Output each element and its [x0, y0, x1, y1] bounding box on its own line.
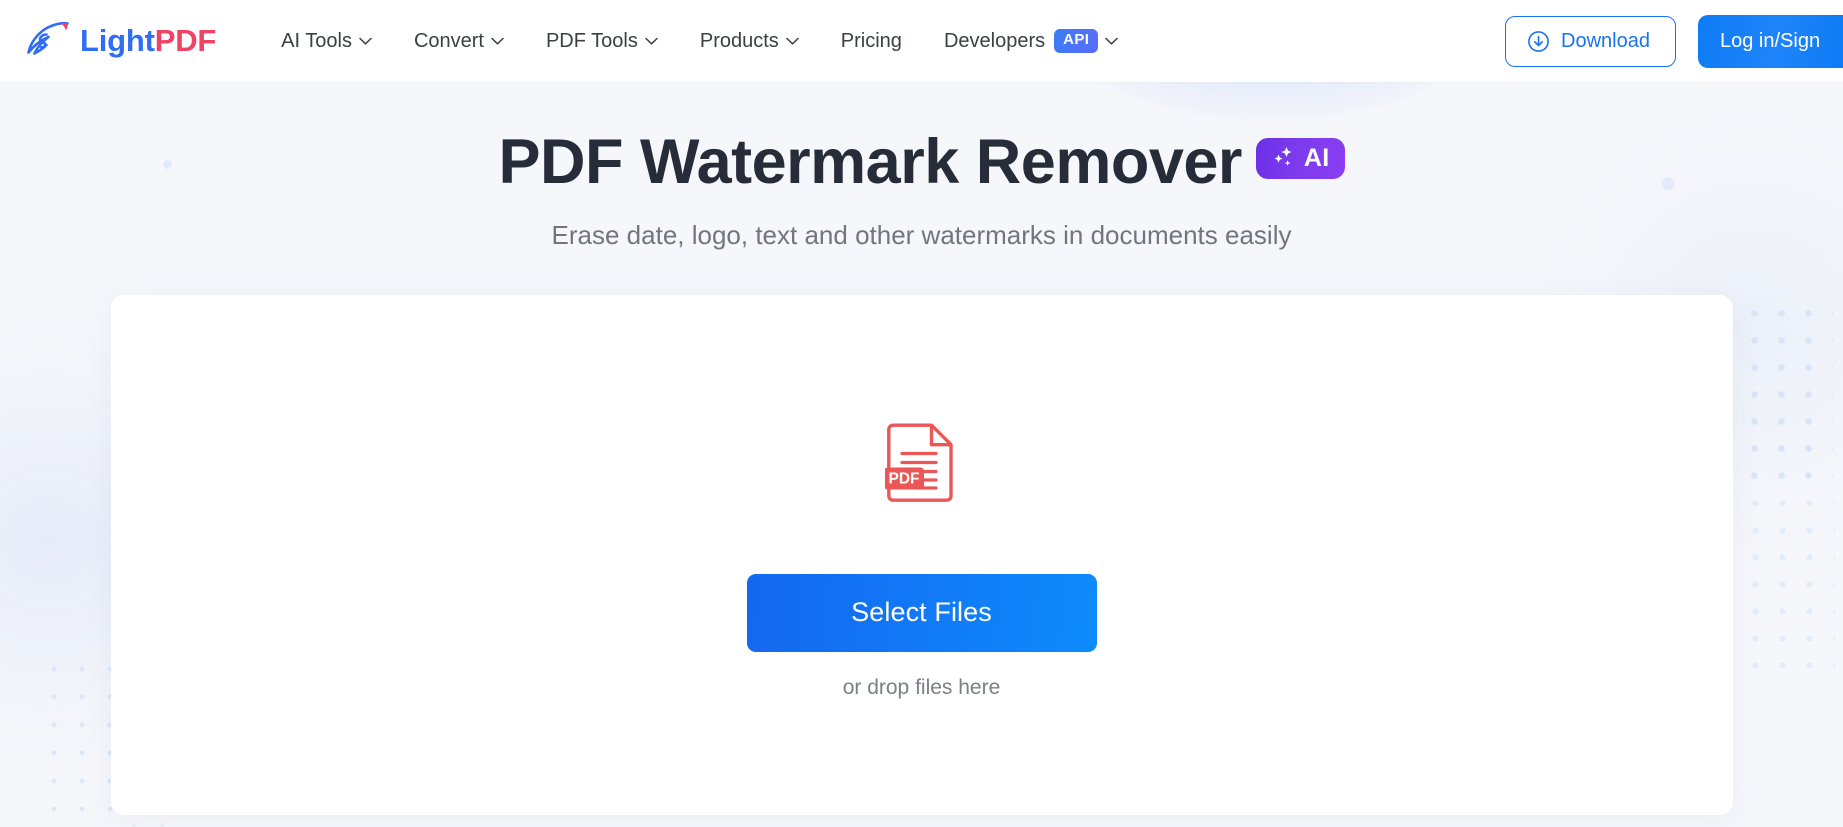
main-navigation: AI Tools Convert PDF Tools Products Pric… — [260, 21, 1505, 61]
api-badge: API — [1054, 29, 1099, 53]
chevron-down-icon — [491, 37, 504, 45]
nav-label: Developers — [943, 29, 1046, 52]
nav-item-pdf-tools[interactable]: PDF Tools — [525, 22, 679, 61]
download-button-label: Download — [1561, 29, 1650, 52]
dot-grid-right-secondary — [1715, 490, 1835, 690]
page-subtitle: Erase date, logo, text and other waterma… — [551, 219, 1292, 250]
chevron-down-icon — [359, 37, 372, 45]
lightpdf-rocket-logo-icon — [26, 21, 70, 61]
chevron-down-icon — [1105, 37, 1119, 45]
title-row: PDF Watermark Remover AI — [0, 124, 1843, 201]
page-title: PDF Watermark Remover — [498, 127, 1242, 197]
ai-badge: AI — [1255, 138, 1345, 179]
nav-label: AI Tools — [281, 29, 352, 52]
upload-dropzone-card[interactable]: PDF Select Files or drop files here — [110, 294, 1733, 815]
select-files-button[interactable]: Select Files — [746, 573, 1097, 652]
nav-item-products[interactable]: Products — [679, 22, 820, 61]
chevron-down-icon — [645, 37, 658, 45]
nav-item-developers[interactable]: Developers API — [923, 21, 1139, 61]
drop-files-hint: or drop files here — [842, 675, 1001, 699]
nav-item-ai-tools[interactable]: AI Tools — [260, 22, 393, 61]
nav-label: Pricing — [840, 29, 902, 52]
logo-wordmark: LightPDF — [80, 23, 216, 59]
site-header: LightPDF AI Tools Convert PDF Tools Prod… — [0, 0, 1843, 82]
pdf-file-icon: PDF — [884, 420, 959, 505]
nav-label: Convert — [413, 29, 484, 52]
svg-text:PDF: PDF — [888, 470, 919, 487]
nav-item-convert[interactable]: Convert — [393, 22, 525, 61]
download-button[interactable]: Download — [1505, 15, 1676, 67]
site-logo[interactable]: LightPDF — [26, 21, 216, 61]
chevron-down-icon — [786, 37, 799, 45]
logo-text-pdf: PDF — [154, 23, 217, 58]
nav-item-pricing[interactable]: Pricing — [820, 22, 923, 61]
ai-badge-label: AI — [1303, 143, 1330, 172]
nav-label: Products — [699, 29, 779, 52]
nav-label: PDF Tools — [545, 29, 638, 52]
hero-section: PDF Watermark Remover AI Erase date, log… — [0, 82, 1843, 251]
login-signup-button[interactable]: Log in/Sign — [1698, 14, 1843, 68]
header-actions: Download Log in/Sign — [1505, 14, 1843, 68]
logo-text-light: Light — [80, 23, 155, 58]
sparkles-icon — [1269, 145, 1297, 171]
download-circle-icon — [1527, 30, 1550, 53]
